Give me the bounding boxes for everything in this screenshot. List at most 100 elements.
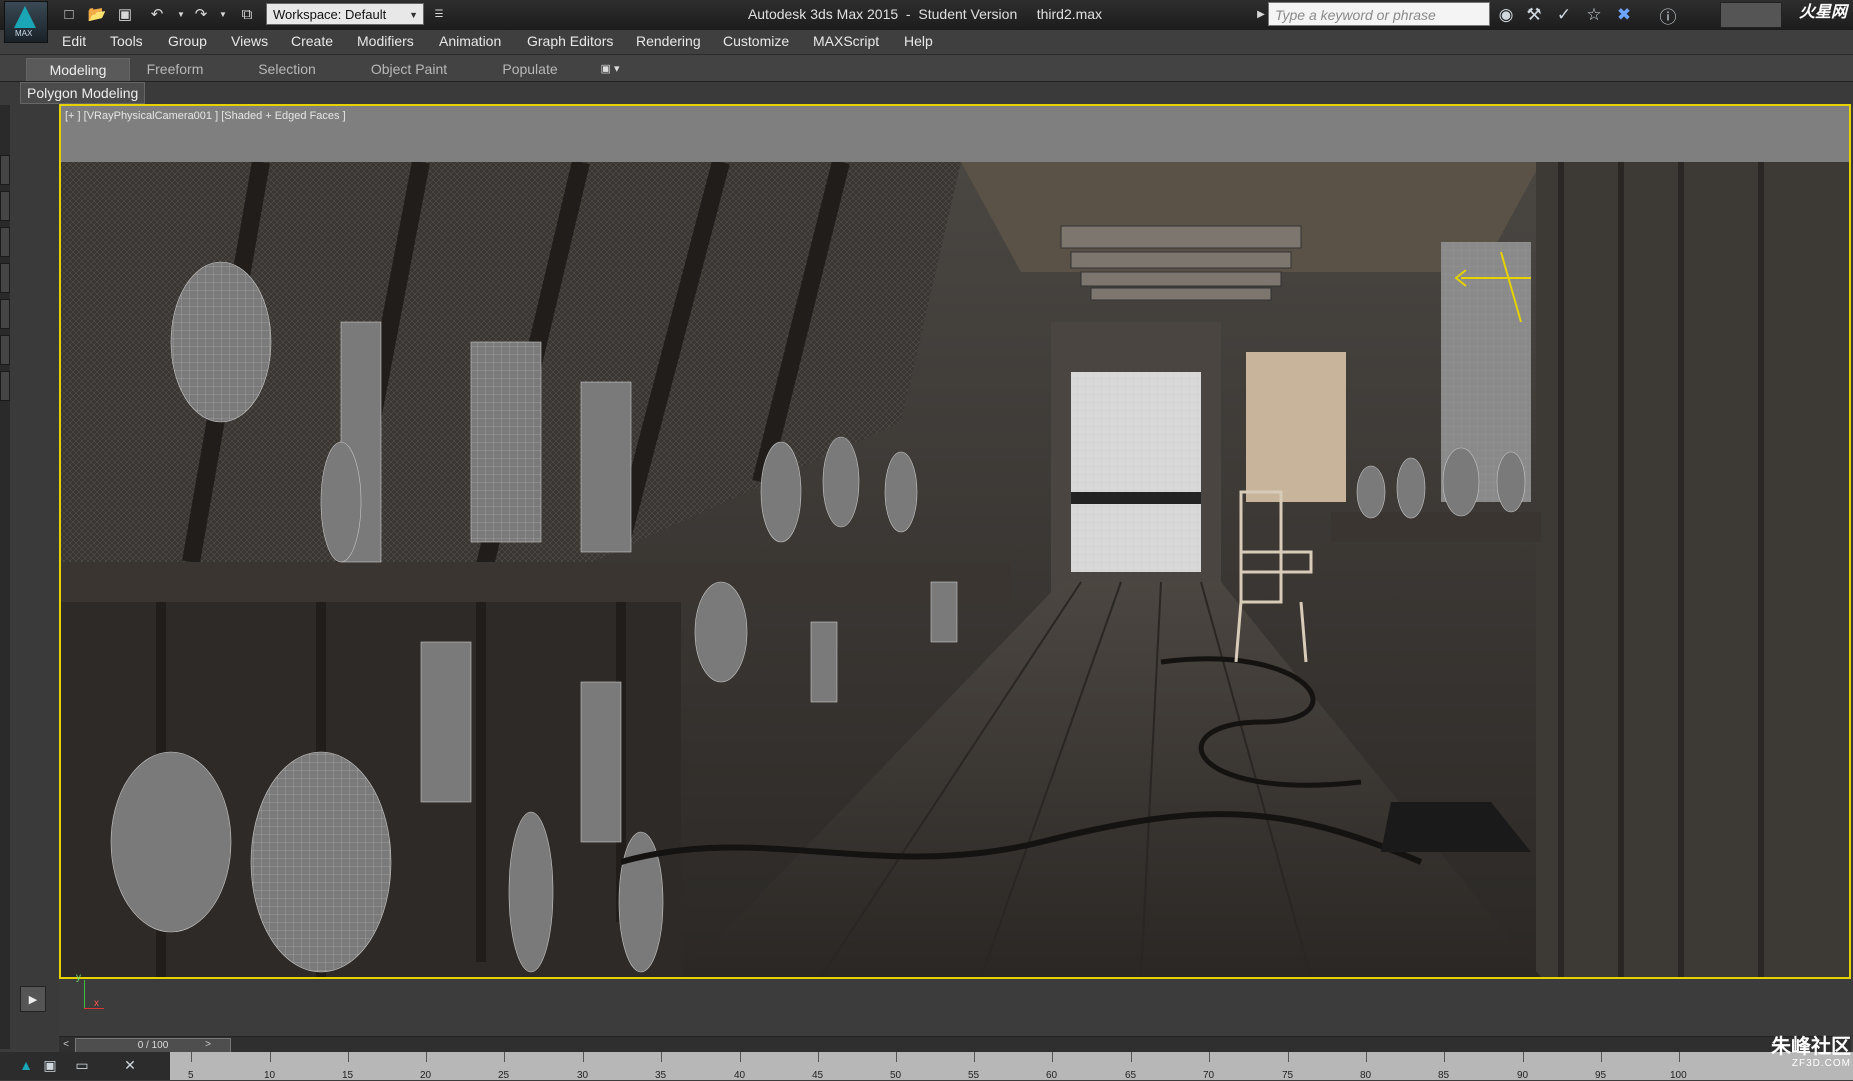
project-folder-icon[interactable]: ⧉ [236, 4, 258, 24]
axis-y-label: y [76, 972, 81, 983]
command-panel-strip [0, 105, 10, 1049]
menu-animation[interactable]: Animation [439, 33, 501, 49]
watermark-url: ZF3D.COM [1791, 1058, 1851, 1069]
polygon-modeling-panel[interactable]: Polygon Modeling [20, 82, 146, 104]
menu-graph-editors[interactable]: Graph Editors [527, 33, 613, 49]
tick-label: 15 [342, 1070, 354, 1081]
menu-views[interactable]: Views [231, 33, 268, 49]
tick-label: 20 [420, 1070, 432, 1081]
tick-mark [974, 1052, 975, 1062]
brand-logo: 火星网 [1798, 4, 1847, 21]
tab-freeform[interactable]: Freeform [132, 58, 218, 80]
menu-rendering[interactable]: Rendering [636, 33, 701, 49]
app-name: Autodesk 3ds Max 2015 [747, 6, 899, 22]
menu-modifiers[interactable]: Modifiers [357, 33, 414, 49]
tick-label: 40 [734, 1070, 746, 1081]
menu-bar: Edit Tools Group Views Create Modifiers … [0, 30, 1853, 54]
search-input[interactable]: Type a keyword or phrase [1268, 2, 1490, 26]
tick-label: 70 [1203, 1070, 1215, 1081]
tick-mark [661, 1052, 662, 1062]
timeline-ruler[interactable]: 5 10 15 20 25 30 35 40 45 50 55 60 65 70… [0, 1052, 1853, 1081]
tick-mark [1444, 1052, 1445, 1062]
undo-icon[interactable]: ↶ [146, 4, 168, 24]
tab-modeling[interactable]: Modeling [26, 58, 130, 81]
favorites-star-icon[interactable]: ☆ [1582, 3, 1606, 27]
strip-slot[interactable] [0, 191, 10, 221]
strip-slot[interactable] [0, 371, 10, 401]
next-frame-icon[interactable]: > [201, 1038, 215, 1051]
redo-icon[interactable]: ↷ [190, 4, 212, 24]
menu-maxscript[interactable]: MAXScript [813, 33, 879, 49]
tick-mark [191, 1052, 192, 1062]
axis-tripod: y x [66, 972, 106, 1014]
tick-label: 65 [1125, 1070, 1137, 1081]
window-icon[interactable]: ▭ [72, 1056, 92, 1074]
tick-mark [504, 1052, 505, 1062]
open-file-icon[interactable]: 📂 [86, 4, 108, 24]
tick-mark [1601, 1052, 1602, 1062]
tick-label: 35 [655, 1070, 667, 1081]
title-bar: □ 📂 ▣ ↶ ▼ ↷ ▼ ⧉ Workspace: Default ▼ ☰ A… [0, 0, 1853, 30]
tick-label: 90 [1517, 1070, 1529, 1081]
tick-mark [818, 1052, 819, 1062]
help-icon[interactable]: ⓘ [1656, 3, 1680, 27]
tick-mark [740, 1052, 741, 1062]
strip-slot[interactable] [0, 155, 10, 185]
prev-frame-icon[interactable]: < [59, 1038, 73, 1051]
watermark-name: 朱峰社区 [1771, 1036, 1851, 1058]
viewport-label[interactable]: [+ ] [VRayPhysicalCamera001 ] [Shaded + … [65, 110, 346, 122]
menu-help[interactable]: Help [904, 33, 933, 49]
tick-label: 60 [1046, 1070, 1058, 1081]
menu-tools[interactable]: Tools [110, 33, 143, 49]
max-logo-icon[interactable]: ▲ [16, 1056, 36, 1074]
strip-slot[interactable] [0, 299, 10, 329]
exchange-icon[interactable]: ✖ [1612, 3, 1636, 27]
tick-mark [1209, 1052, 1210, 1062]
axis-x-label: x [94, 998, 99, 1009]
menu-customize[interactable]: Customize [723, 33, 789, 49]
tab-selection[interactable]: Selection [246, 58, 328, 80]
camera-viewport[interactable]: [+ ] [VRayPhysicalCamera001 ] [Shaded + … [59, 104, 1851, 979]
file-name: third2.max [1036, 6, 1103, 22]
close-icon[interactable]: ✕ [120, 1056, 140, 1074]
tick-mark [426, 1052, 427, 1062]
tick-mark [1366, 1052, 1367, 1062]
chevron-down-icon: ▼ [409, 10, 418, 20]
new-file-icon[interactable]: □ [58, 4, 80, 24]
3dsmax-logo-icon [14, 6, 36, 28]
strip-slot[interactable] [0, 227, 10, 257]
tab-object-paint[interactable]: Object Paint [360, 58, 458, 80]
tick-mark [1523, 1052, 1524, 1062]
layers-icon[interactable]: ▣ [40, 1056, 60, 1074]
application-button[interactable]: MAX [4, 1, 48, 43]
redo-dropdown-icon[interactable]: ▼ [212, 4, 234, 24]
ribbon-panel-bar [0, 81, 1853, 106]
ribbon-tabs: Modeling Freeform Selection Object Paint… [0, 54, 1853, 82]
strip-slot[interactable] [0, 263, 10, 293]
tick-label: 50 [890, 1070, 902, 1081]
attic-scene-render [61, 162, 1849, 977]
workspace-dropdown[interactable]: Workspace: Default ▼ [266, 3, 424, 25]
time-slider[interactable]: < 0 / 100 > [59, 1036, 1851, 1053]
tick-label: 45 [812, 1070, 824, 1081]
tab-populate[interactable]: Populate [492, 58, 568, 80]
tools-icon[interactable]: ⚒ [1522, 3, 1546, 27]
play-icon[interactable]: ▶ [20, 986, 46, 1012]
strip-slot[interactable] [0, 335, 10, 365]
tick-label: 95 [1595, 1070, 1607, 1081]
tick-label: 5 [188, 1070, 194, 1081]
tick-mark [583, 1052, 584, 1062]
tick-label: 75 [1282, 1070, 1294, 1081]
save-icon[interactable]: ▣ [114, 4, 136, 24]
undo-dropdown-icon[interactable]: ▼ [170, 4, 192, 24]
menu-create[interactable]: Create [291, 33, 333, 49]
status-bar-icons: ▲ ▣ ▭ ✕ [0, 1052, 170, 1080]
menu-edit[interactable]: Edit [62, 33, 86, 49]
ribbon-options-icon[interactable]: ▣ ▾ [592, 58, 628, 80]
tick-label: 80 [1360, 1070, 1372, 1081]
tick-mark [1288, 1052, 1289, 1062]
binoculars-search-icon[interactable]: ◉ [1494, 3, 1518, 27]
subscription-icon[interactable]: ✓ [1552, 3, 1576, 27]
quick-access-menu-icon[interactable]: ☰ [428, 4, 450, 24]
menu-group[interactable]: Group [168, 33, 207, 49]
